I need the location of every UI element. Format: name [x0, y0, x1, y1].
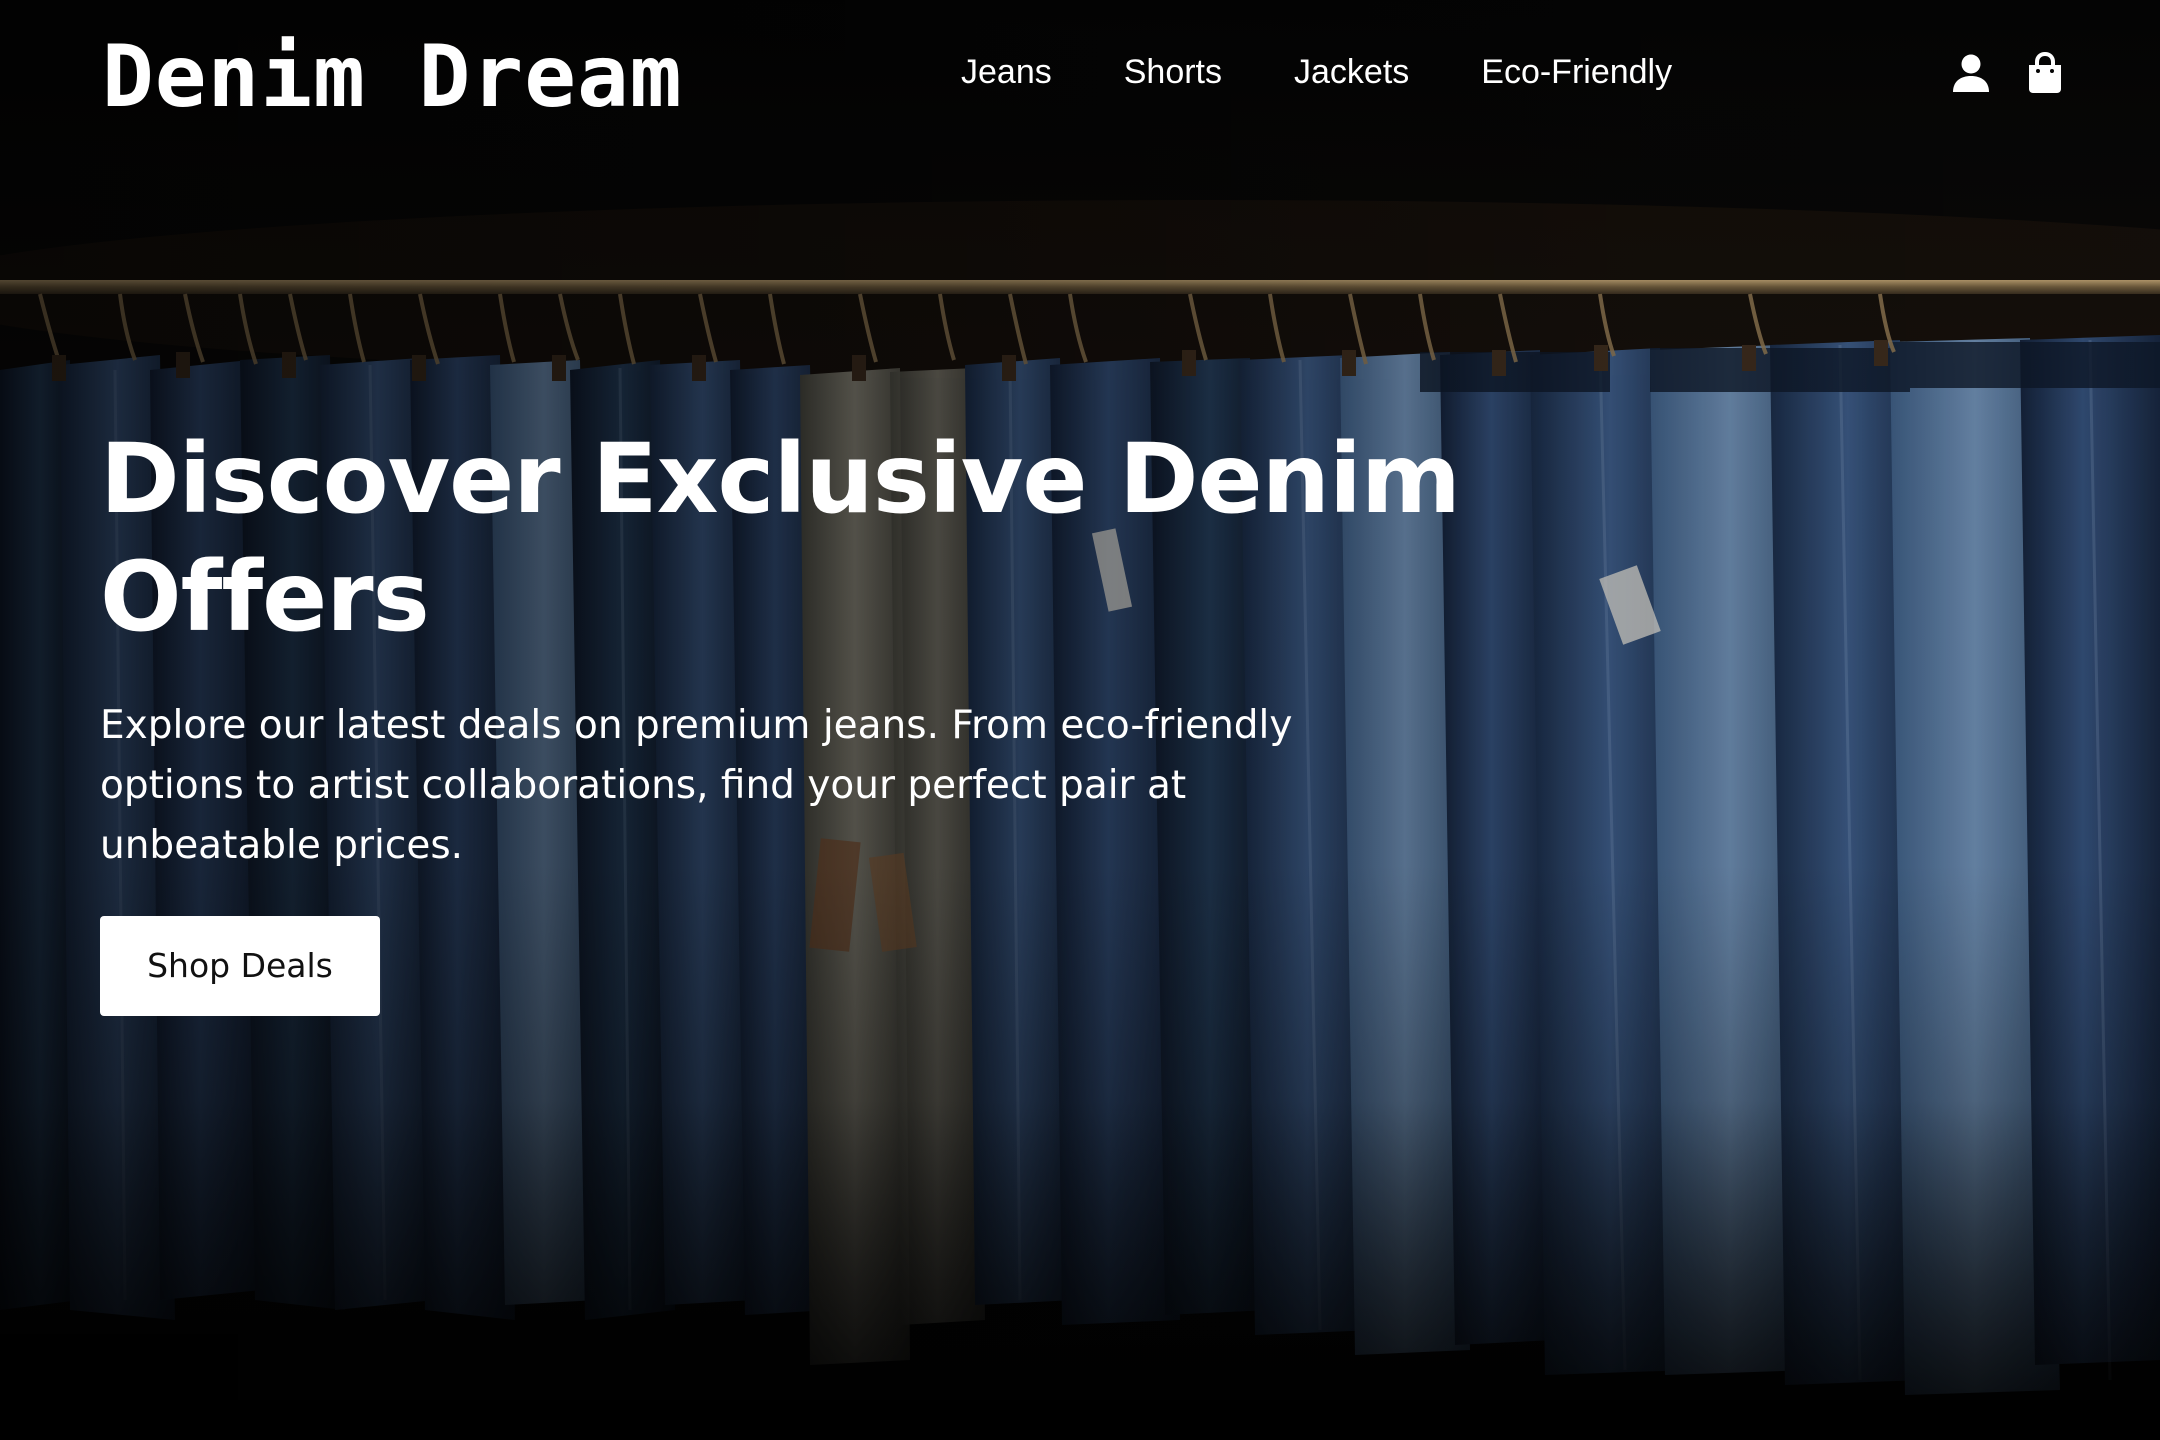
- nav-item-jackets[interactable]: Jackets: [1294, 50, 1409, 94]
- page: Denim Dream Jeans Shorts Jackets Eco-Fri…: [0, 0, 2160, 1440]
- hero-title: Discover Exclusive Denim Offers: [100, 423, 1461, 653]
- user-icon[interactable]: [1950, 52, 1992, 94]
- site-header: Denim Dream Jeans Shorts Jackets Eco-Fri…: [0, 0, 2160, 150]
- main-nav: Jeans Shorts Jackets Eco-Friendly: [961, 50, 1672, 94]
- hero-subtitle: Explore our latest deals on premium jean…: [100, 703, 1293, 868]
- nav-item-eco-friendly[interactable]: Eco-Friendly: [1481, 50, 1672, 94]
- shop-deals-button[interactable]: Shop Deals: [100, 916, 380, 1016]
- brand-logo[interactable]: Denim Dream: [102, 32, 683, 122]
- shopping-bag-icon[interactable]: [2024, 51, 2066, 94]
- nav-item-shorts[interactable]: Shorts: [1124, 50, 1222, 94]
- nav-item-jeans[interactable]: Jeans: [961, 50, 1052, 94]
